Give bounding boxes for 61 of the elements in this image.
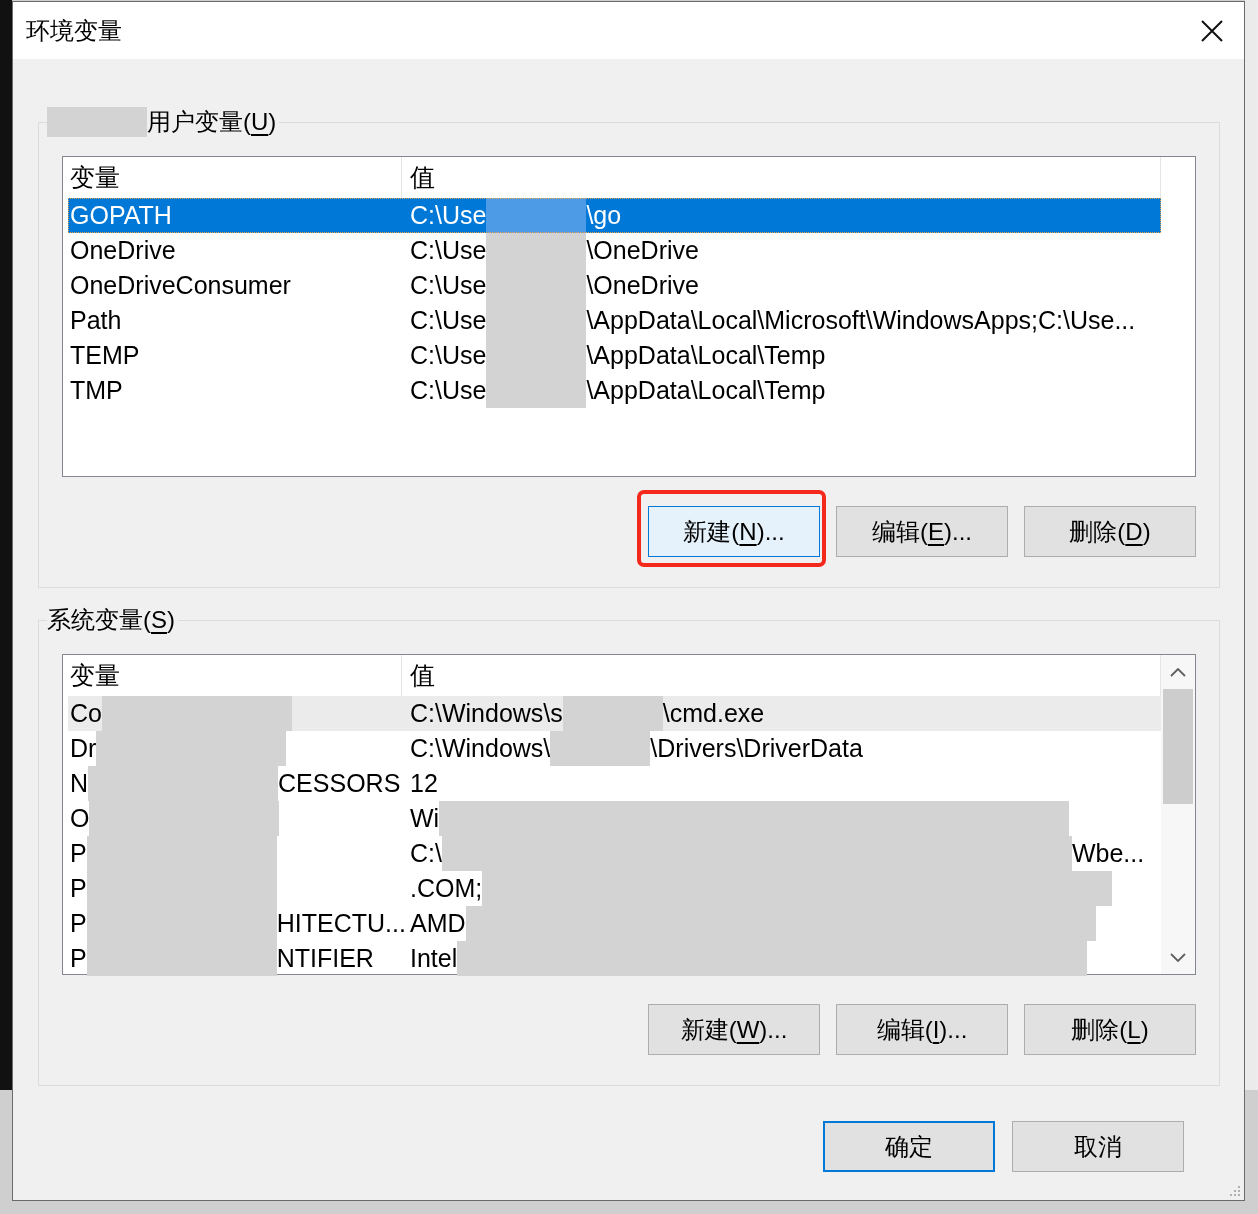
new-button[interactable]: 新建(W)...: [648, 1004, 820, 1055]
cell-text: C:\Use: [410, 375, 487, 406]
cell-text: OneDriveConsumer: [70, 270, 291, 301]
resize-grip-icon[interactable]: [1229, 1185, 1241, 1197]
cell-text: C:\Use: [410, 340, 487, 371]
cell-text: C:\Use: [410, 235, 487, 266]
cell-text: .COM;: [410, 873, 483, 904]
cell-text: P: [70, 908, 87, 939]
cell-text: Wbe...: [1071, 838, 1145, 869]
cell-text: TMP: [70, 375, 123, 406]
cell-text: P: [70, 873, 87, 904]
table-row[interactable]: Co C:\Windows\s \cmd.exe: [68, 696, 1161, 731]
cell-text: \AppData\Local\Temp: [586, 340, 826, 371]
cell-text: \go: [586, 200, 622, 231]
cell-text: \AppData\Local\Temp: [586, 375, 826, 406]
cell-text: HITECTU...: [276, 908, 406, 939]
cell-text: AMD: [410, 908, 466, 939]
cell-text: NTIFIER: [276, 943, 374, 974]
cell-text: C:\Use: [410, 270, 487, 301]
delete-button[interactable]: 删除(D): [1024, 506, 1196, 557]
cell-text: TEMP: [70, 340, 140, 371]
cell-text: O: [70, 803, 90, 834]
cell-text: \Drivers\DriverData: [650, 733, 863, 764]
cell-text: C:\: [410, 838, 442, 869]
chevron-up-icon[interactable]: [1170, 667, 1186, 677]
group-label: 系统变量(S): [47, 605, 176, 635]
cell-text: Co: [70, 698, 102, 729]
cell-text: C:\Use: [410, 200, 487, 231]
cell-text: CESSORS: [278, 768, 401, 799]
variable-list[interactable]: [62, 156, 1196, 477]
cell-text: OneDrive: [70, 235, 176, 266]
scrollbar[interactable]: [1161, 655, 1195, 974]
cell-text: C:\Windows\s: [410, 698, 563, 729]
cell-text: C:\Windows\: [410, 733, 551, 764]
new-button[interactable]: 新建(N)...: [648, 506, 820, 557]
cell-text: GOPATH: [70, 200, 172, 231]
group-label: 用户变量(U): [147, 107, 278, 137]
cell-text: \AppData\Local\Microsoft\WindowsApps;C:\Use...: [586, 305, 1136, 336]
cell-text: Dr: [70, 733, 97, 764]
delete-button[interactable]: 删除(L): [1024, 1004, 1196, 1055]
cell-text: 12: [410, 768, 438, 799]
variable-list[interactable]: 变量 值 Co C:\Windows\s \cmd.exe Dr C:\Windows\ \Drivers\DriverData N CESSORS 12 O Wi P C:\ Wbe... P .COM; P HITECTU... AMD P NTIFIER Intel: [62, 654, 1196, 975]
cell-text: P: [70, 943, 87, 974]
cell-text: P: [70, 838, 87, 869]
cell-text: Wi: [410, 803, 440, 834]
close-icon: [1201, 19, 1223, 42]
cell-text: C:\Use: [410, 305, 487, 336]
cell-text: N: [70, 768, 89, 799]
cell-text: \cmd.exe: [662, 698, 765, 729]
edit-button[interactable]: 编辑(I)...: [836, 1004, 1008, 1055]
window-title: 环境变量: [26, 15, 122, 46]
table-row[interactable]: GOPATH C:\Use \go: [68, 198, 1161, 233]
chevron-down-icon[interactable]: [1170, 952, 1186, 962]
edit-button[interactable]: 编辑(E)...: [836, 506, 1008, 557]
cancel-button[interactable]: 取消: [1012, 1121, 1184, 1172]
ok-button[interactable]: 确定: [823, 1121, 995, 1172]
cell-text: Intel: [410, 943, 458, 974]
scrollbar-thumb[interactable]: [1163, 689, 1193, 804]
cell-text: Path: [70, 305, 122, 336]
cell-text: \OneDrive: [586, 235, 699, 266]
cell-text: \OneDrive: [586, 270, 699, 301]
